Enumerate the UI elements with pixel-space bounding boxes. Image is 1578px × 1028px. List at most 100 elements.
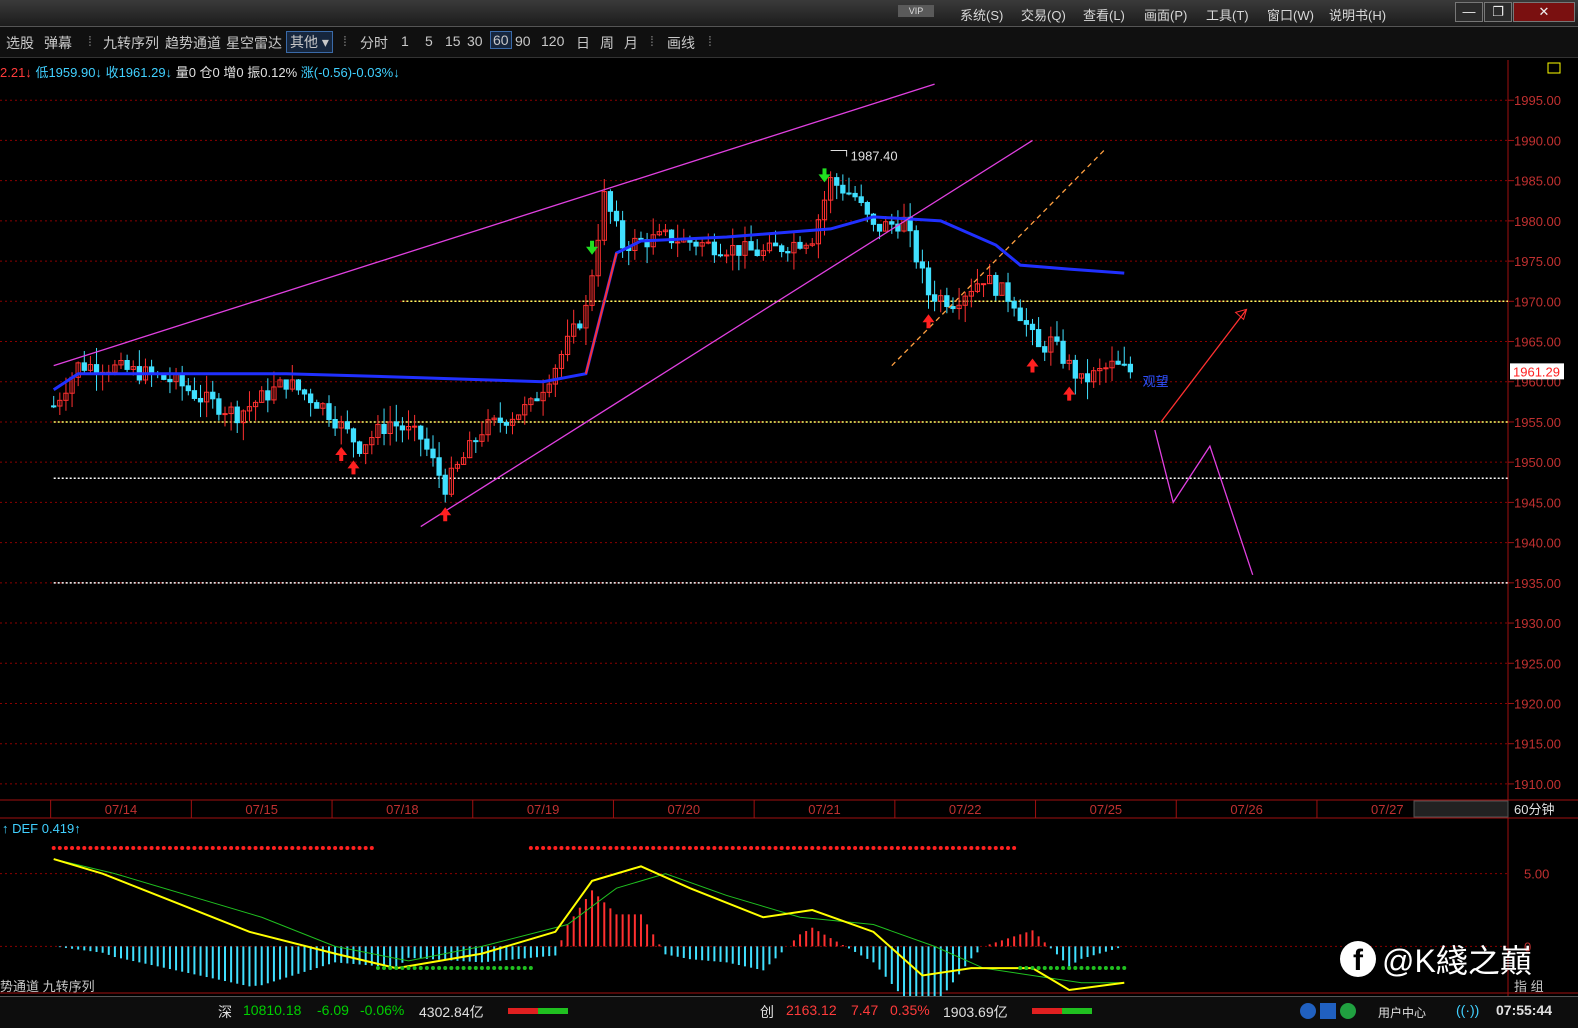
danmaku-button[interactable]: 弹幕 (44, 33, 72, 53)
user-center-link[interactable]: 用户中心 (1378, 1004, 1426, 1021)
menu-window[interactable]: 窗口(W) (1267, 5, 1314, 24)
status-connect-icon[interactable] (1340, 1003, 1356, 1019)
period-120[interactable]: 120 (541, 33, 564, 49)
period-15[interactable]: 15 (445, 33, 461, 49)
red-dot (553, 846, 558, 850)
red-dot (608, 846, 613, 850)
intraday-button[interactable]: 分时 (360, 33, 388, 53)
green-dot (1091, 966, 1096, 970)
period-month[interactable]: 月 (624, 33, 638, 53)
red-dot (755, 846, 760, 850)
candle-body (185, 385, 191, 392)
red-dot (265, 846, 270, 850)
vip-badge[interactable]: VIP (898, 5, 934, 17)
facebook-icon: f (1340, 941, 1376, 977)
candlestick-chart[interactable]: 1995.00 1990.00 1985.00 1980.00 1975.00 1970.… (0, 60, 1578, 996)
y-tick-label: 1930.00 (1514, 616, 1561, 631)
red-dot (259, 846, 264, 850)
menu-trade[interactable]: 交易(Q) (1021, 5, 1066, 24)
red-dot (706, 846, 711, 850)
candle-body (436, 457, 442, 476)
red-dot (186, 846, 191, 850)
red-dot (932, 846, 937, 850)
trend-line (420, 139, 1033, 528)
cy-amount: 1903.69亿 (943, 1004, 1008, 1020)
buy-arrow (335, 446, 348, 461)
red-dot (559, 846, 564, 850)
red-dot (180, 846, 185, 850)
candle-body (332, 418, 338, 429)
red-dot (883, 846, 888, 850)
red-dot (865, 846, 870, 850)
candle-body (834, 177, 840, 186)
period-1[interactable]: 1 (401, 33, 409, 49)
star-radar-button[interactable]: 星空雷达 (226, 33, 282, 53)
red-dot (993, 846, 998, 850)
group-label[interactable]: 组 (1531, 979, 1544, 994)
buy-arrow (1063, 386, 1076, 401)
green-dot (412, 966, 417, 970)
candle-body (1035, 329, 1042, 348)
close-button[interactable]: ✕ (1513, 2, 1575, 22)
red-dot (57, 846, 62, 850)
candle-body (779, 245, 785, 253)
menu-screen[interactable]: 画面(P) (1144, 5, 1187, 24)
indicator-tabs[interactable]: 势通道 九转序列 (0, 976, 95, 995)
green-dot (388, 966, 393, 970)
pick-stock-button[interactable]: 选股 (6, 33, 34, 53)
maximize-button[interactable]: ❐ (1484, 2, 1512, 22)
red-dot (174, 846, 179, 850)
green-dot (528, 966, 533, 970)
menu-help[interactable]: 说明书(H) (1329, 5, 1386, 24)
red-dot (999, 846, 1004, 850)
red-dot (908, 846, 913, 850)
minimize-button[interactable]: — (1455, 2, 1483, 22)
red-dot (131, 846, 136, 850)
candle-body (852, 192, 858, 198)
green-dot (479, 966, 484, 970)
x-tick-label: 07/27 (1371, 802, 1404, 817)
candle-body (705, 241, 711, 244)
period-90[interactable]: 90 (515, 33, 531, 49)
red-dot (222, 846, 227, 850)
trend-channel-button[interactable]: 趋势通道 (165, 33, 221, 53)
status-msg-icon[interactable] (1320, 1003, 1336, 1019)
cy-label: 创 (760, 1004, 774, 1020)
green-dot (382, 966, 387, 970)
candle-body (1084, 373, 1091, 383)
menu-view[interactable]: 查看(L) (1083, 5, 1125, 24)
period-30[interactable]: 30 (467, 33, 483, 49)
period-5[interactable]: 5 (425, 33, 433, 49)
red-dot (167, 846, 172, 850)
red-dot (229, 846, 234, 850)
red-dot (70, 846, 75, 850)
red-dot (143, 846, 148, 850)
candle-body (736, 245, 742, 256)
green-dot (1067, 966, 1072, 970)
candle-body (797, 241, 803, 249)
red-dot (742, 846, 747, 850)
menu-system[interactable]: 系统(S) (960, 5, 1003, 24)
candle-body (210, 391, 216, 400)
status-s-icon[interactable] (1300, 1003, 1316, 1019)
nine-turn-button[interactable]: 九转序列 (103, 33, 159, 53)
period-week[interactable]: 周 (600, 33, 614, 53)
red-dot (106, 846, 111, 850)
green-dot (1103, 966, 1108, 970)
red-dot (155, 846, 160, 850)
x-tick-label: 07/19 (527, 802, 560, 817)
other-dropdown[interactable]: 其他 ▾ (286, 31, 333, 53)
period-60[interactable]: 60 (490, 31, 512, 49)
trend-line (53, 83, 935, 367)
candle-body (51, 405, 57, 408)
green-dot (443, 966, 448, 970)
red-dot (950, 846, 955, 850)
candle-body (1072, 359, 1078, 379)
red-dot (791, 846, 796, 850)
red-dot (369, 846, 374, 850)
green-dot (400, 966, 405, 970)
draw-line-button[interactable]: 画线 (667, 33, 695, 53)
period-day[interactable]: 日 (576, 33, 590, 53)
red-dot (822, 846, 827, 850)
menu-tools[interactable]: 工具(T) (1206, 5, 1249, 24)
